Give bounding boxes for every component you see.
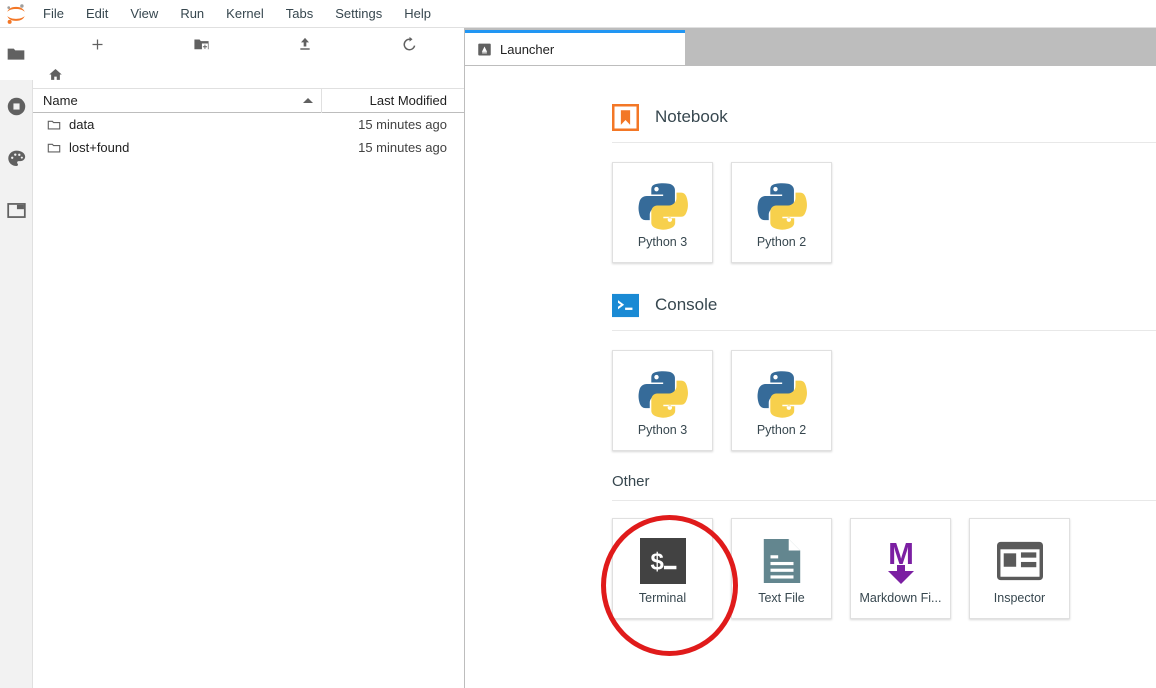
folder-icon xyxy=(6,44,26,64)
refresh-button[interactable] xyxy=(395,30,423,58)
menu-items: File Edit View Run Kernel Tabs Settings … xyxy=(32,2,442,25)
refresh-icon xyxy=(401,36,418,53)
launcher-section-console-title: Console xyxy=(655,295,717,315)
launcher-cards-console: Python 3 Python 2 xyxy=(612,350,1156,451)
menu-item-help[interactable]: Help xyxy=(393,2,442,25)
launcher-icon xyxy=(477,42,492,57)
file-name-label: lost+found xyxy=(69,140,129,155)
menu-item-kernel[interactable]: Kernel xyxy=(215,2,275,25)
new-folder-button[interactable] xyxy=(187,30,215,58)
new-launcher-button[interactable] xyxy=(83,30,111,58)
sidebar-item-commands[interactable] xyxy=(0,132,33,184)
launcher-card-label: Text File xyxy=(758,591,805,605)
launcher-cards-other: $ Terminal xyxy=(612,518,1156,619)
launcher-card-label: Python 2 xyxy=(757,423,806,437)
launcher-card-console-python3[interactable]: Python 3 xyxy=(612,350,713,451)
home-icon xyxy=(48,67,63,82)
file-list: data 15 minutes ago lost+found 15 minute… xyxy=(33,113,464,688)
launcher-card-label: Python 2 xyxy=(757,235,806,249)
file-list-header: Name Last Modified xyxy=(33,88,464,113)
breadcrumb-home-button[interactable] xyxy=(45,64,65,84)
menu-item-run[interactable]: Run xyxy=(169,2,215,25)
launcher-card-notebook-python2[interactable]: Python 2 xyxy=(731,162,832,263)
section-divider xyxy=(612,330,1156,331)
column-header-name-label: Name xyxy=(43,93,78,108)
folder-icon xyxy=(47,118,61,132)
section-divider xyxy=(612,500,1156,501)
column-header-last-modified[interactable]: Last Modified xyxy=(322,88,464,113)
tab-launcher[interactable]: Launcher xyxy=(465,30,685,65)
file-modified-cell: 15 minutes ago xyxy=(322,140,464,155)
python-logo-icon xyxy=(756,365,808,421)
inspector-icon xyxy=(997,533,1043,589)
menu-item-file[interactable]: File xyxy=(32,2,75,25)
main-tab-bar: Launcher xyxy=(465,28,1156,65)
sidebar-item-running[interactable] xyxy=(0,80,33,132)
console-prompt-icon xyxy=(612,292,639,319)
new-folder-icon xyxy=(193,36,210,53)
section-divider xyxy=(612,142,1156,143)
python-logo-icon xyxy=(637,177,689,233)
text-file-icon xyxy=(760,533,804,589)
python-logo-icon xyxy=(756,177,808,233)
menu-bar: File Edit View Run Kernel Tabs Settings … xyxy=(0,0,1156,28)
menu-item-settings[interactable]: Settings xyxy=(324,2,393,25)
upload-icon xyxy=(297,36,313,52)
launcher-panel: Notebook Python 3 xyxy=(465,65,1156,688)
markdown-icon: M xyxy=(878,533,924,589)
launcher-card-label: Terminal xyxy=(639,591,686,605)
jupyterlab-window: File Edit View Run Kernel Tabs Settings … xyxy=(0,0,1156,688)
upload-files-button[interactable] xyxy=(291,30,319,58)
sort-ascending-icon xyxy=(303,98,313,103)
menu-item-view[interactable]: View xyxy=(119,2,169,25)
launcher-card-text-file[interactable]: Text File xyxy=(731,518,832,619)
launcher-section-notebook-title: Notebook xyxy=(655,107,728,127)
breadcrumb xyxy=(33,60,464,88)
launcher-section-notebook-header: Notebook xyxy=(612,100,1156,134)
tab-launcher-label: Launcher xyxy=(500,42,554,57)
file-name-label: data xyxy=(69,117,94,132)
launcher-section-console-header: Console xyxy=(612,288,1156,322)
launcher-card-terminal[interactable]: $ Terminal xyxy=(612,518,713,619)
launcher-card-label: Python 3 xyxy=(638,235,687,249)
column-header-last-modified-label: Last Modified xyxy=(370,93,447,108)
plus-icon xyxy=(90,37,105,52)
jupyter-logo-icon xyxy=(0,0,32,28)
menu-item-edit[interactable]: Edit xyxy=(75,2,119,25)
table-row[interactable]: data 15 minutes ago xyxy=(33,113,464,136)
launcher-card-label: Markdown Fi... xyxy=(860,591,942,605)
sidebar-item-open-tabs[interactable] xyxy=(0,184,33,236)
launcher-card-console-python2[interactable]: Python 2 xyxy=(731,350,832,451)
launcher-card-label: Inspector xyxy=(994,591,1045,605)
running-circle-icon xyxy=(6,96,27,117)
launcher-card-inspector[interactable]: Inspector xyxy=(969,518,1070,619)
svg-text:$: $ xyxy=(650,548,663,575)
launcher-cards-notebook: Python 3 Python 2 xyxy=(612,162,1156,263)
launcher-card-label: Python 3 xyxy=(638,423,687,437)
notebook-bookmark-icon xyxy=(612,104,639,131)
launcher-section-other-title: Other xyxy=(612,473,1156,490)
file-browser-toolbar xyxy=(33,28,464,60)
file-name-cell: data xyxy=(33,117,322,132)
file-modified-cell: 15 minutes ago xyxy=(322,117,464,132)
menu-item-tabs[interactable]: Tabs xyxy=(275,2,324,25)
tabs-window-icon xyxy=(6,200,27,221)
sidebar-item-file-browser[interactable] xyxy=(0,28,33,80)
launcher-card-notebook-python3[interactable]: Python 3 xyxy=(612,162,713,263)
activity-sidebar xyxy=(0,28,33,688)
python-logo-icon xyxy=(637,365,689,421)
file-browser-panel: Name Last Modified data 15 minutes ago xyxy=(33,28,465,688)
launcher-card-markdown-file[interactable]: M Markdown Fi... xyxy=(850,518,951,619)
file-name-cell: lost+found xyxy=(33,140,322,155)
folder-icon xyxy=(47,141,61,155)
table-row[interactable]: lost+found 15 minutes ago xyxy=(33,136,464,159)
column-header-name[interactable]: Name xyxy=(33,88,322,113)
palette-icon xyxy=(6,148,27,169)
terminal-icon: $ xyxy=(640,533,686,589)
main-dock-area: Launcher Notebook xyxy=(465,28,1156,688)
